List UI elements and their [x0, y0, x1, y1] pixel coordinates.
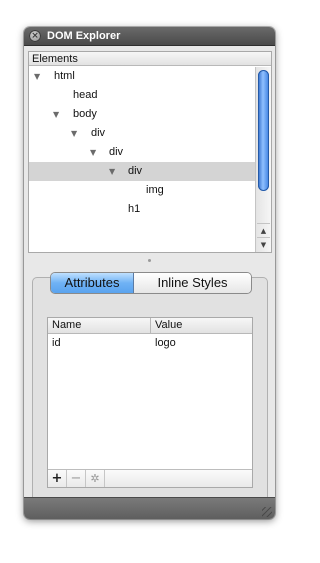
splitter-handle[interactable]	[148, 259, 151, 262]
disclosure-triangle-icon[interactable]: ▼	[90, 143, 96, 162]
remove-attribute-button[interactable]: −	[67, 470, 86, 487]
column-divider[interactable]	[150, 318, 151, 333]
disclosure-triangle-icon[interactable]: ▼	[53, 105, 59, 124]
disclosure-triangle-icon[interactable]: ▼	[109, 162, 115, 181]
close-button[interactable]: ×	[29, 30, 41, 42]
elements-header: Elements	[29, 52, 271, 66]
table-row[interactable]: id logo	[48, 335, 252, 351]
tree-node-div[interactable]: ▼ div	[29, 124, 255, 143]
column-header-value[interactable]: Value	[155, 318, 182, 333]
attribute-options-button[interactable]: ✲	[86, 470, 105, 487]
window-title: DOM Explorer	[47, 30, 121, 42]
disclosure-triangle-icon[interactable]: ▼	[71, 124, 77, 143]
dom-explorer-window: × DOM Explorer Elements ▼ html head ▼ bo…	[24, 27, 275, 519]
tab-segmented-control[interactable]: Attributes Inline Styles	[50, 272, 252, 294]
attributes-table: Name Value id logo + − ✲	[47, 317, 253, 488]
plus-icon: +	[51, 471, 63, 486]
gear-icon: ✲	[90, 472, 100, 485]
minus-icon: −	[70, 471, 82, 486]
tree-node-head[interactable]: head	[29, 86, 255, 105]
attribute-value-cell[interactable]: logo	[155, 335, 176, 351]
add-attribute-button[interactable]: +	[48, 470, 67, 487]
table-toolbar: + − ✲	[48, 469, 252, 487]
tree-node-img[interactable]: img	[29, 181, 255, 200]
scroll-up-arrow-icon[interactable]: ▲	[257, 223, 270, 238]
tree-node-h1[interactable]: h1	[29, 200, 255, 219]
tree-node-div[interactable]: ▼ div	[29, 143, 255, 162]
tree-node-div-selected[interactable]: ▼ div	[29, 162, 255, 181]
elements-scrollbar[interactable]: ▲ ▼	[255, 67, 271, 252]
scroll-down-arrow-icon[interactable]: ▼	[257, 237, 270, 252]
tab-inline-styles[interactable]: Inline Styles	[134, 273, 251, 293]
scrollbar-thumb[interactable]	[258, 70, 269, 191]
status-bar	[24, 497, 275, 519]
tree-node-body[interactable]: ▼ body	[29, 105, 255, 124]
tree-node-html[interactable]: ▼ html	[29, 67, 255, 86]
title-bar[interactable]: × DOM Explorer	[24, 27, 275, 46]
close-icon: ×	[31, 31, 39, 41]
disclosure-triangle-icon[interactable]: ▼	[34, 67, 40, 86]
table-header: Name Value	[48, 318, 252, 334]
attribute-name-cell[interactable]: id	[52, 335, 61, 351]
elements-panel: Elements ▼ html head ▼ body ▼ div ▼ div …	[28, 51, 272, 253]
column-header-name[interactable]: Name	[52, 318, 81, 333]
resize-grip-icon[interactable]	[262, 507, 272, 517]
tab-attributes[interactable]: Attributes	[51, 273, 134, 293]
